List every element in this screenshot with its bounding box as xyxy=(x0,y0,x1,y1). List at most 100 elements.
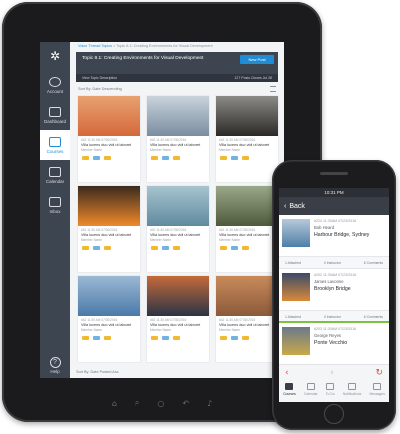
list-item[interactable]: #202 11:30AM 07/23/2016 James Lavonne Broo… xyxy=(279,269,389,323)
like-icon[interactable] xyxy=(220,336,227,340)
back-chevron-icon[interactable]: ‹ xyxy=(284,203,286,210)
breadcrumb-separator: > xyxy=(113,44,116,48)
star-icon[interactable] xyxy=(104,336,111,340)
post-card[interactable]: #42 11:30 AM 07/30/2016 Villa lucens duo … xyxy=(78,276,140,362)
previous-arrow-icon[interactable]: ‹ xyxy=(285,368,289,378)
messages-icon xyxy=(373,383,382,390)
like-icon[interactable] xyxy=(220,246,227,250)
tab-label: Calendar xyxy=(303,392,318,396)
post-caption: Villa lucens duo vidi ut laboret xyxy=(150,323,201,327)
breadcrumb: Voice Thread Topics > Topic 8.1: Creatin… xyxy=(70,42,284,50)
comments-count: 6 Comments xyxy=(363,260,383,265)
sort-dropdown[interactable]: Sort By: Date Descending xyxy=(78,87,122,91)
nav-item-inbox[interactable]: Inbox xyxy=(40,190,70,220)
post-image[interactable] xyxy=(147,96,209,136)
post-card[interactable]: #42 11:30 AM 07/30/2016 Villa lucens duo … xyxy=(147,186,209,272)
phone-home-button[interactable] xyxy=(324,404,344,424)
tab-notifications[interactable]: Notifications xyxy=(343,383,361,396)
list-view-icon[interactable] xyxy=(270,86,276,92)
comment-icon[interactable] xyxy=(231,336,238,340)
post-card[interactable]: #42 11:30 AM 07/30/2016 Villa lucens duo … xyxy=(216,186,278,272)
star-icon[interactable] xyxy=(173,336,180,340)
post-card[interactable]: #42 11:30 AM 07/30/2016 Villa lucens duo … xyxy=(216,276,278,362)
like-icon[interactable] xyxy=(220,156,227,160)
comment-icon[interactable] xyxy=(93,336,100,340)
instructor-count: 0 Instructor xyxy=(323,314,341,319)
nav-item-help[interactable]: ? Help xyxy=(40,357,70,374)
post-thumbnail xyxy=(282,273,310,301)
nav-item-dashboard[interactable]: Dashboard xyxy=(40,100,70,130)
list-item[interactable]: #224 11:30AM 07/23/2016 Bob Heard Harbour … xyxy=(279,215,389,269)
like-icon[interactable] xyxy=(82,336,89,340)
back-icon[interactable]: ↶ xyxy=(182,399,189,408)
post-caption: Villa lucens duo vidi ut laboret xyxy=(219,323,270,327)
nav-item-calendar[interactable]: Calendar xyxy=(40,160,70,190)
breadcrumb-link[interactable]: Voice Thread Topics xyxy=(78,44,112,48)
comment-icon[interactable] xyxy=(162,156,169,160)
nav-list: Account Dashboard Courses Calendar Inbox xyxy=(40,70,70,220)
post-image[interactable] xyxy=(216,276,278,316)
star-icon[interactable] xyxy=(173,156,180,160)
back-button[interactable]: Back xyxy=(289,203,305,210)
post-card[interactable]: #42 11:30 AM 07/30/2016 Villa lucens duo … xyxy=(147,96,209,182)
post-image[interactable] xyxy=(147,276,209,316)
tab-courses[interactable]: Courses xyxy=(283,383,296,396)
post-image[interactable] xyxy=(147,186,209,226)
footer-sort[interactable]: Sort By: Date Posted Asc xyxy=(76,370,119,374)
topic-header: Topic 8.1: Creating Environments for Vis… xyxy=(76,52,278,74)
post-caption: Villa lucens duo vidi ut laboret xyxy=(150,143,201,147)
comment-icon[interactable] xyxy=(93,246,100,250)
comment-icon[interactable] xyxy=(231,246,238,250)
search-icon[interactable]: ⌕ xyxy=(135,398,139,408)
circle-home-icon[interactable]: ○ xyxy=(157,399,164,408)
star-icon[interactable] xyxy=(242,156,249,160)
post-stats xyxy=(216,242,278,250)
star-icon[interactable] xyxy=(104,246,111,250)
notifications-icon xyxy=(348,383,357,390)
refresh-icon[interactable]: ↻ xyxy=(375,368,383,378)
volume-icon[interactable]: ♪ xyxy=(207,399,212,408)
post-card[interactable]: #42 11:30 AM 07/30/2016 Villa lucens duo … xyxy=(78,96,140,182)
post-title: Ponte Vecchio xyxy=(314,340,348,346)
post-card[interactable]: #42 11:30 AM 07/30/2016 Villa lucens duo … xyxy=(147,276,209,362)
post-image[interactable] xyxy=(216,96,278,136)
post-image[interactable] xyxy=(78,96,140,136)
canvas-logo-icon[interactable]: ✲ xyxy=(40,42,70,70)
comment-icon[interactable] xyxy=(231,156,238,160)
comment-icon[interactable] xyxy=(162,336,169,340)
post-image[interactable] xyxy=(216,186,278,226)
post-card[interactable]: #42 11:30 AM 07/30/2016 Villa lucens duo … xyxy=(216,96,278,182)
nav-item-account[interactable]: Account xyxy=(40,70,70,100)
star-icon[interactable] xyxy=(242,336,249,340)
help-icon: ? xyxy=(49,357,61,368)
star-icon[interactable] xyxy=(242,246,249,250)
tab-calendar[interactable]: Calendar xyxy=(304,383,318,396)
post-grid: #42 11:30 AM 07/30/2016 Villa lucens duo … xyxy=(78,96,278,362)
like-icon[interactable] xyxy=(82,156,89,160)
home-icon[interactable]: ⌂ xyxy=(112,399,117,408)
post-image[interactable] xyxy=(78,276,140,316)
like-icon[interactable] xyxy=(82,246,89,250)
nav-item-courses[interactable]: Courses xyxy=(40,130,70,160)
like-icon[interactable] xyxy=(151,246,158,250)
comment-icon[interactable] xyxy=(162,246,169,250)
nav-item-label: Calendar xyxy=(45,178,65,184)
tab-messages[interactable]: Messages xyxy=(369,383,385,396)
new-post-button[interactable]: New Post xyxy=(240,55,274,64)
status-time: 10:31 PM xyxy=(324,190,344,195)
post-image[interactable] xyxy=(78,186,140,226)
next-arrow-icon[interactable]: › xyxy=(330,368,334,378)
star-icon[interactable] xyxy=(104,156,111,160)
nav-item-label: Courses xyxy=(46,148,64,154)
post-author: Bob Heard xyxy=(314,225,335,230)
like-icon[interactable] xyxy=(151,336,158,340)
like-icon[interactable] xyxy=(151,156,158,160)
post-card[interactable]: #42 11:30 AM 07/30/2016 Villa lucens duo … xyxy=(78,186,140,272)
star-icon[interactable] xyxy=(173,246,180,250)
comments-count: 6 Comments xyxy=(363,314,383,319)
tab-to-do[interactable]: To Do xyxy=(326,383,335,396)
devices-stage: ✲ Account Dashboard Courses Calendar Inbox ?… xyxy=(0,0,400,434)
comment-icon[interactable] xyxy=(93,156,100,160)
nav-item-label: Dashboard xyxy=(43,118,66,124)
view-description-link[interactable]: View Topic Description xyxy=(82,76,117,80)
